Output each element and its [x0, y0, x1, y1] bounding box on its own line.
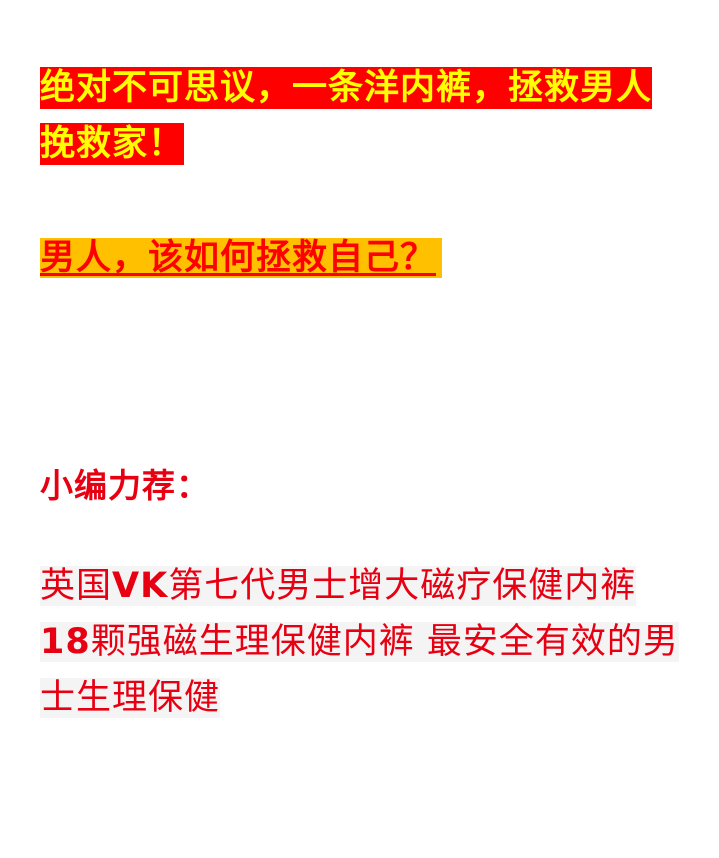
product-description: 英国VK第七代男士增大磁疗保健内裤 18颗强磁生理保健内裤 最安全有效的男士生理保…: [40, 558, 680, 726]
product-count: 18: [40, 622, 91, 662]
subhead-text: 男人，该如何拯救自己？: [40, 238, 443, 278]
subhead: 男人，该如何拯救自己？: [40, 234, 680, 282]
article-body: 绝对不可思议，一条洋内裤，拯救男人挽救家！ 男人，该如何拯救自己？ 小编力荐： …: [40, 60, 680, 726]
product-brand: VK: [112, 566, 169, 606]
headline: 绝对不可思议，一条洋内裤，拯救男人挽救家！: [40, 60, 680, 172]
product-line-2: 18颗强磁生理保健内裤 最安全有效的男士生理保健: [40, 622, 679, 718]
product-line-1-suffix: 第七代男士增大磁疗保健内裤: [168, 566, 637, 606]
product-line-1-prefix: 英国: [40, 566, 113, 606]
headline-text: 绝对不可思议，一条洋内裤，拯救男人挽救家！: [40, 67, 653, 165]
recommend-label: 小编力荐：: [40, 466, 210, 505]
product-line-2-suffix: 颗强磁生理保健内裤 最安全有效的男士生理保健: [40, 622, 679, 718]
product-line-1: 英国VK第七代男士增大磁疗保健内裤: [40, 566, 637, 606]
